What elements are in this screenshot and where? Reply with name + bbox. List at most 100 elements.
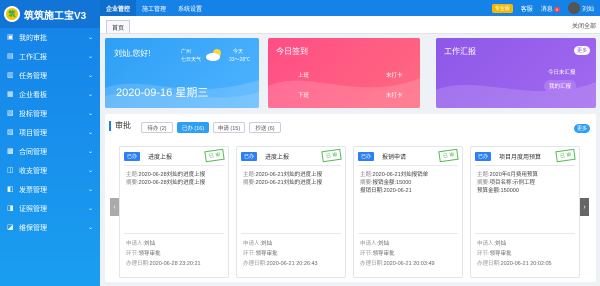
sidebar-item[interactable]: ▨ 项目管理 ⌄	[0, 123, 100, 142]
field-label: 摘要:	[360, 180, 373, 186]
field-value: 2020-06-28刘灿的进度上报	[138, 172, 206, 178]
applicant-value: 刘灿	[495, 241, 507, 247]
sidebar-item-label: 维保管理	[19, 224, 47, 232]
chevron-down-icon: ⌄	[87, 168, 93, 174]
field-label: 主题:	[243, 172, 256, 178]
field-value: 2020-06-21刘灿的进度上报	[255, 180, 323, 186]
sidebar-item[interactable]: ▣ 我的审批 ⌄	[0, 28, 100, 47]
work-report-more-button[interactable]: 更多	[573, 46, 590, 55]
field-value: 2020-06-21刘灿的进度上报	[255, 172, 323, 178]
step-label: 环节:	[243, 251, 256, 257]
field-value: 预算金额:150000	[477, 188, 519, 194]
status-badge: 已办	[124, 152, 141, 161]
approval-card[interactable]: 已办 报销申请 已 审主题:2020-06-21刘灿报销单 摘要:报销金额:15000…	[353, 146, 463, 278]
approval-card[interactable]: 已办 项目月度用预算 已 审主题:2020年6月费用预算 摘要:项目名称:示例工程 预算…	[470, 146, 580, 278]
step-value: 领导审批	[255, 251, 278, 257]
applicant-value: 刘灿	[261, 241, 273, 247]
approval-tab[interactable]: 申请 (15)	[213, 122, 245, 133]
approval-card-body: 主题:2020年6月费用预算 摘要:项目名称:示例工程 预算金额:150000	[477, 171, 575, 195]
approval-card-line: 摘要:2020-06-21刘灿的进度上报	[243, 179, 341, 187]
tab-home[interactable]: 首页	[106, 20, 131, 33]
dashboard-icon: ▦	[7, 90, 14, 98]
sidebar-item[interactable]: ▩ 合同管理 ⌄	[0, 142, 100, 161]
approval-tab[interactable]: 待办 (2)	[141, 122, 173, 133]
approval-tab[interactable]: 抄送 (6)	[249, 122, 281, 133]
messages-link[interactable]: 消息 9	[541, 4, 560, 13]
pro-edition-badge: 专业版	[491, 3, 513, 13]
field-label: 主题:	[126, 172, 139, 178]
step-label: 环节:	[477, 251, 490, 257]
approval-more-button[interactable]: 更多	[573, 124, 590, 133]
approval-card[interactable]: 已办 进度上报 已 审主题:2020-06-28刘灿的进度上报 摘要:2020-06-…	[119, 146, 229, 278]
divider	[241, 233, 341, 234]
summary-cards: 刘灿,您好! 广州 七日天气 今天 33～28℃ 2020-09-16 星期三 …	[100, 38, 600, 110]
scroll-left-button[interactable]: ‹	[110, 198, 119, 216]
approval-card-footer: 申请人:刘灿 环节:领导审批 办理日期:2020-06-21 20:03:49	[360, 239, 435, 269]
topnav-construction[interactable]: 施工管理	[136, 0, 172, 16]
sidebar-item[interactable]: ◧ 发票管理 ⌄	[0, 180, 100, 199]
chevron-down-icon: ⌄	[87, 187, 93, 193]
checkin-evening-status[interactable]: 未打卡	[386, 91, 403, 99]
partly-cloudy-icon	[206, 49, 221, 61]
approval-tab[interactable]: 已办 (16)	[177, 122, 209, 133]
sidebar-item[interactable]: ▤ 工作汇报 ⌄	[0, 47, 100, 66]
field-value: 报销日期:2020-06-21	[360, 188, 412, 194]
approval-card-line: 主题:2020-06-28刘灿的进度上报	[126, 171, 224, 179]
sidebar-item[interactable]: ▥ 任务管理 ⌄	[0, 66, 100, 85]
sidebar-item[interactable]: ▧ 投标管理 ⌄	[0, 104, 100, 123]
contract-icon: ▩	[7, 147, 14, 155]
approval-card-title: 报销申请	[382, 155, 407, 161]
work-report-title: 工作汇报	[444, 47, 476, 56]
approval-card-line: 预算金额:150000	[477, 187, 575, 195]
checkin-title: 今日签到	[276, 47, 308, 56]
sidebar-item-label: 我的审批	[19, 34, 47, 42]
app-title: 筑筑施工宝V3	[24, 10, 87, 22]
sidebar-item[interactable]: ◪ 维保管理 ⌄	[0, 218, 100, 237]
divider	[475, 165, 575, 166]
divider	[124, 165, 224, 166]
approval-panel: 审批 待办 (2) 已办 (16) 申请 (15) 抄送 (6) 更多 ‹ › 已办 进…	[105, 114, 596, 282]
close-all-tabs-button[interactable]: 关闭全部	[572, 21, 596, 30]
divider	[358, 165, 458, 166]
message-count-badge: 9	[553, 6, 560, 12]
approval-card-line: 摘要:项目名称:示例工程	[477, 179, 575, 187]
field-value: 2020-06-21刘灿报销单	[372, 172, 429, 178]
avatar[interactable]	[567, 2, 580, 14]
checkin-morning-status[interactable]: 未打卡	[386, 71, 403, 79]
applicant-label: 申请人:	[360, 241, 379, 247]
approval-icon: ▣	[7, 33, 14, 41]
sidebar-item[interactable]: ▦ 企业看板 ⌄	[0, 85, 100, 104]
step-value: 领导审批	[489, 251, 512, 257]
license-icon: ◨	[7, 204, 14, 212]
today-report-status: 今日未汇报	[548, 70, 576, 76]
date-label: 办理日期:	[243, 261, 267, 267]
user-name[interactable]: 刘灿	[582, 4, 594, 13]
topnav-settings[interactable]: 系统设置	[172, 0, 208, 16]
approval-card-body: 主题:2020-06-28刘灿的进度上报 摘要:2020-06-28刘灿的进度上报	[126, 171, 224, 187]
approval-card-body: 主题:2020-06-21刘灿的进度上报 摘要:2020-06-21刘灿的进度上报	[243, 171, 341, 187]
step-value: 领导审批	[138, 251, 161, 257]
weather-temperature: 33～28℃	[229, 57, 251, 63]
sidebar-item[interactable]: ◨ 证照管理 ⌄	[0, 199, 100, 218]
approval-card-footer: 申请人:刘灿 环节:领导审批 办理日期:2020-06-21 20:26:43	[243, 239, 318, 269]
approval-card-title: 进度上报	[148, 155, 173, 161]
approved-stamp: 已 审	[203, 148, 225, 163]
scroll-right-button[interactable]: ›	[580, 198, 589, 216]
app-logo[interactable]: 筑 筑筑施工宝V3	[0, 0, 100, 28]
weather-forecast-link[interactable]: 七日天气	[181, 56, 201, 63]
approval-card[interactable]: 已办 进度上报已 审主题:2020-06-21刘灿的进度上报 摘要:2020-06-…	[236, 146, 346, 278]
sidebar-item[interactable]: ◫ 收支管理 ⌄	[0, 161, 100, 180]
sidebar-item-label: 企业看板	[19, 91, 47, 99]
chevron-down-icon: ⌄	[87, 111, 93, 117]
field-label: 摘要:	[243, 180, 256, 186]
approval-card-line: 摘要:报销金额:15000	[360, 179, 458, 187]
applicant-label: 申请人:	[477, 241, 496, 247]
topnav-enterprise[interactable]: 企业管控	[100, 0, 137, 16]
weather-city: 广州	[181, 49, 192, 55]
approval-tabs: 待办 (2) 已办 (16) 申请 (15) 抄送 (6)	[141, 122, 285, 133]
chevron-down-icon: ⌄	[87, 54, 93, 60]
field-label: 主题:	[360, 172, 373, 178]
my-report-button[interactable]: 我的汇报	[544, 80, 577, 92]
field-value: 2020-06-28刘灿的进度上报	[138, 180, 206, 186]
customer-service-link[interactable]: 客服	[521, 4, 533, 13]
